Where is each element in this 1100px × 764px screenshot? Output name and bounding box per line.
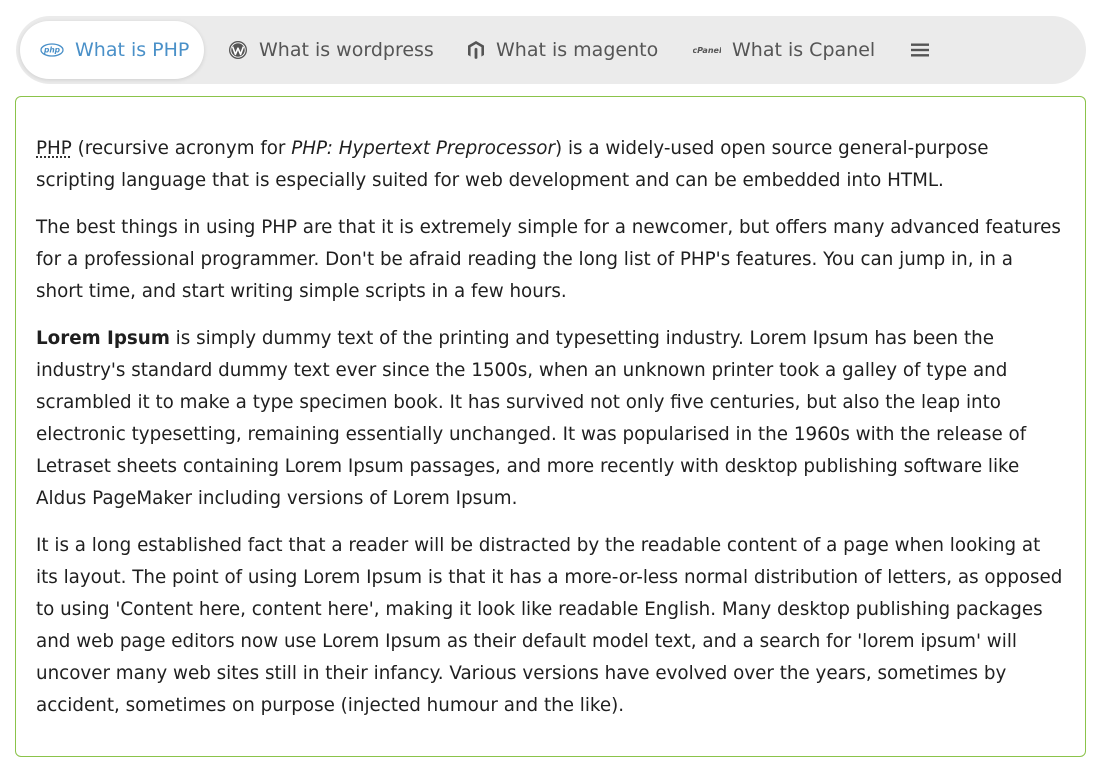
wordpress-icon <box>228 40 248 60</box>
tab-content-panel: PHP (recursive acronym for PHP: Hypertex… <box>15 96 1086 757</box>
hamburger-menu-icon <box>911 42 929 58</box>
tab-what-is-magento[interactable]: What is magento <box>467 21 658 79</box>
paragraph-php-features: The best things in using PHP are that it… <box>36 217 1061 302</box>
magento-icon <box>467 40 485 60</box>
svg-text:php: php <box>43 46 61 55</box>
tab-bar: php What is PHP What is wordpress What i… <box>16 16 1086 84</box>
tab-label: What is Cpanel <box>732 39 876 61</box>
tab-what-is-php[interactable]: php What is PHP <box>20 21 204 79</box>
paragraph-php-intro: PHP (recursive acronym for PHP: Hypertex… <box>36 138 989 191</box>
cpanel-icon: cPanel <box>693 43 721 57</box>
tab-what-is-wordpress[interactable]: What is wordpress <box>228 21 434 79</box>
more-tabs-menu-button[interactable] <box>906 21 934 79</box>
tab-what-is-cpanel[interactable]: cPanel What is Cpanel <box>693 21 875 79</box>
tab-label: What is PHP <box>75 39 190 61</box>
paragraph-readable-content: It is a long established fact that a rea… <box>36 535 1063 716</box>
paragraph-lorem-ipsum: Lorem Ipsum is simply dummy text of the … <box>36 328 1027 509</box>
php-abbreviation: PHP <box>36 138 72 159</box>
php-icon: php <box>40 43 64 57</box>
tab-label: What is wordpress <box>259 39 434 61</box>
svg-text:cPanel: cPanel <box>693 46 721 55</box>
lorem-ipsum-bold: Lorem Ipsum <box>36 328 170 349</box>
tab-label: What is magento <box>496 39 659 61</box>
